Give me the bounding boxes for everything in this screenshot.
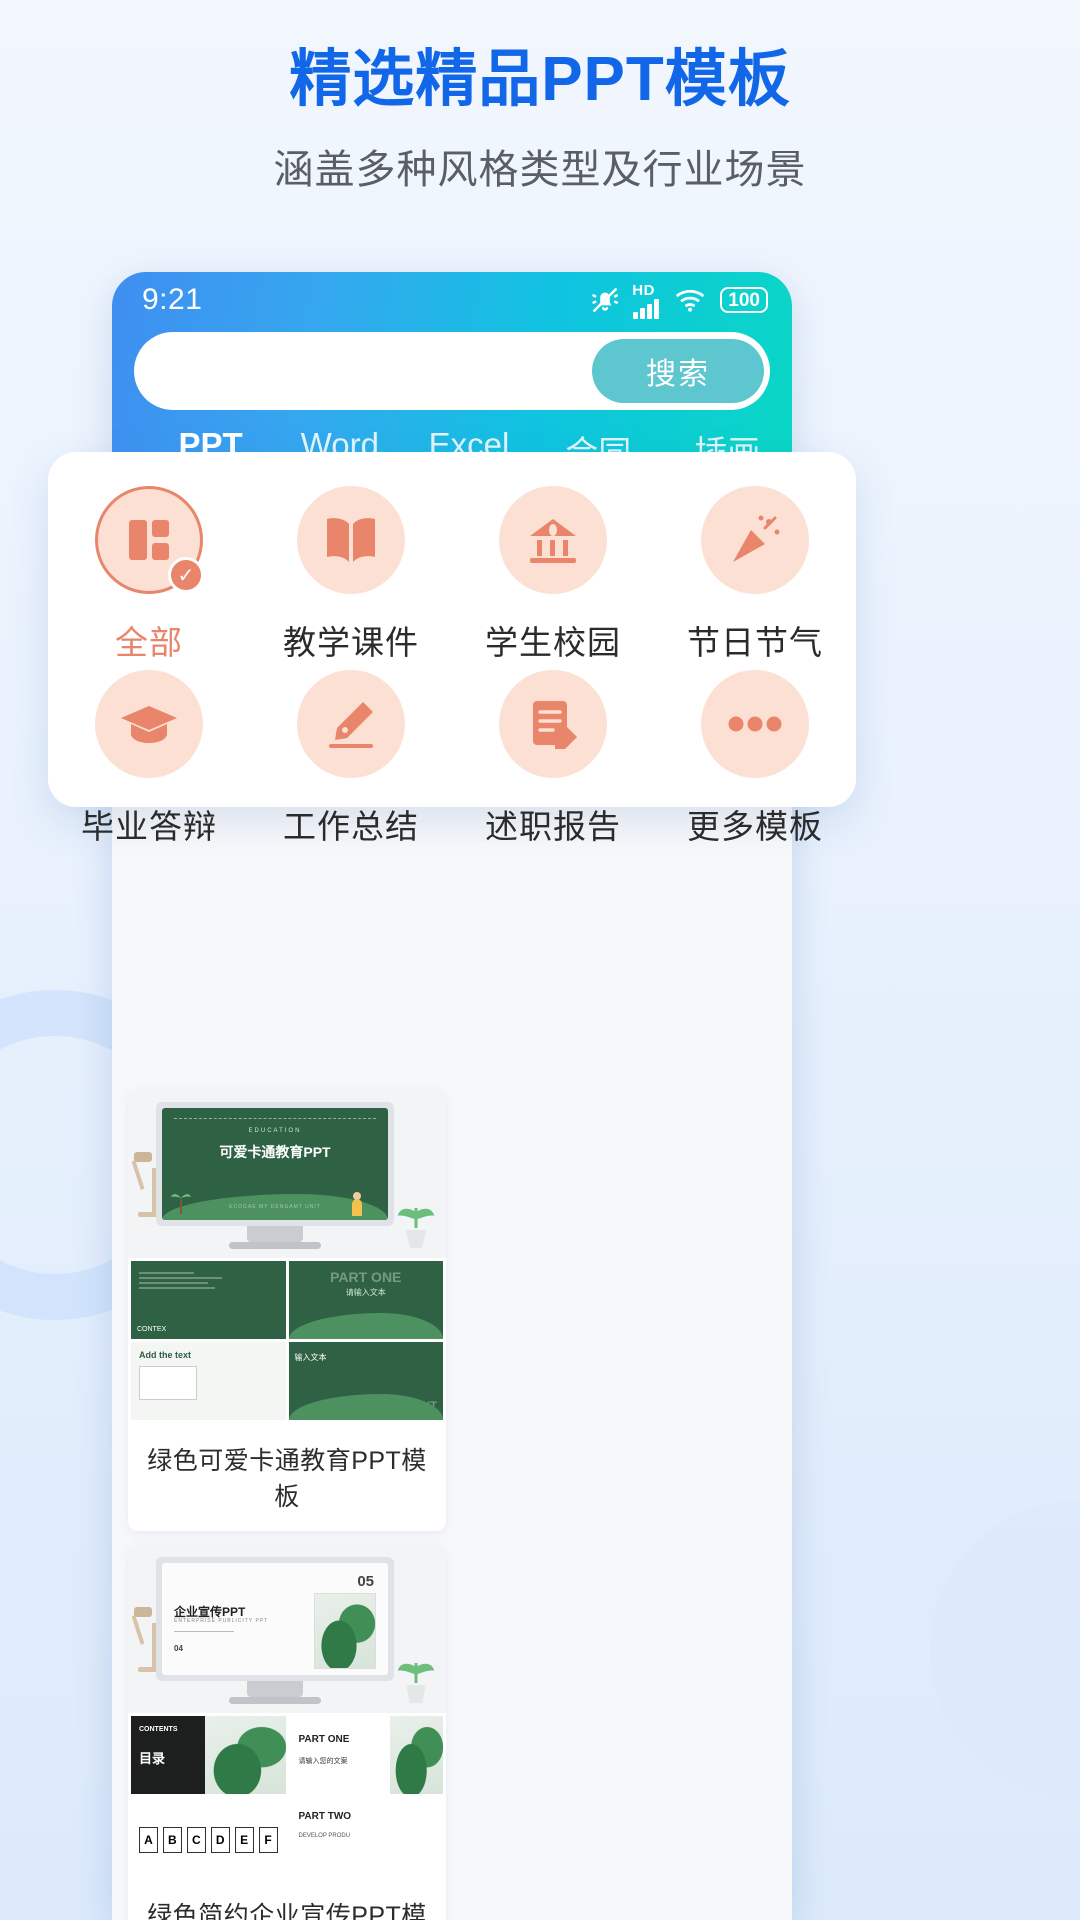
template-title: 绿色简约企业宣传PPT模板	[147, 1902, 427, 1920]
slide-thumb: CONTEX	[131, 1261, 286, 1339]
category-label: 教学课件	[283, 624, 419, 661]
report-doc-glyph	[533, 701, 577, 749]
status-icons: HD 100	[589, 282, 768, 319]
monitor-mockup: EDUCATION 可爱卡通教育PPT ECOGAE MY DENGAMT UN…	[156, 1102, 394, 1249]
template-grid: EDUCATION 可爱卡通教育PPT ECOGAE MY DENGAMT UN…	[128, 1090, 776, 1920]
wifi-icon	[675, 287, 709, 313]
party-popper-glyph	[733, 515, 780, 562]
more-dots-icon	[701, 670, 809, 778]
slide-sub: CONTENTS	[139, 1726, 178, 1733]
template-card[interactable]: 05 企业宣传PPT ENTERPRISE PUBLICITY PPT 04 C…	[128, 1545, 446, 1920]
grid-layout-icon: ✓	[95, 486, 204, 594]
category-item-campus[interactable]: 学生校园	[452, 486, 654, 664]
slide-thumb: ABC DEF	[131, 1797, 286, 1875]
hero-side: 04	[174, 1644, 183, 1653]
slide-label: 目录	[139, 1751, 166, 1766]
hero-number: 05	[357, 1573, 374, 1590]
report-doc-icon	[499, 670, 607, 778]
template-preview: 05 企业宣传PPT ENTERPRISE PUBLICITY PPT 04	[128, 1545, 446, 1713]
slide-sub: PART ONE	[330, 1269, 402, 1285]
slide-thumbnails: CONTENTS 目录 PART ONE 请输入您的文案 A B C D E F…	[128, 1713, 446, 1878]
slide-thumb: PART TWO DEVELOP PRODU	[288, 1797, 443, 1875]
category-label: 学生校园	[485, 624, 621, 661]
template-grid-area: EDUCATION 可爱卡通教育PPT ECOGAE MY DENGAMT UN…	[112, 1082, 792, 1920]
graduation-cap-icon	[95, 670, 203, 778]
category-item-all[interactable]: ✓ 全部	[48, 486, 250, 664]
slide-cover: 05 企业宣传PPT ENTERPRISE PUBLICITY PPT 04	[162, 1563, 388, 1675]
monitor-screen: EDUCATION 可爱卡通教育PPT ECOGAE MY DENGAMT UN…	[156, 1102, 394, 1226]
search-row: 搜索	[112, 328, 792, 410]
battery-level: 100	[728, 289, 760, 311]
more-dots-glyph	[728, 716, 782, 732]
slide-label: CONTEX	[137, 1326, 167, 1333]
category-item-worksummary[interactable]: 工作总结	[250, 670, 452, 848]
status-time: 9:21	[142, 283, 203, 316]
school-building-glyph	[530, 519, 576, 563]
category-label: 节日节气	[687, 624, 823, 661]
search-box[interactable]: 搜索	[134, 332, 770, 410]
slide-thumb: 输入文本 SHORT TEXT	[288, 1342, 443, 1420]
monitor-mockup: 05 企业宣传PPT ENTERPRISE PUBLICITY PPT 04	[156, 1557, 394, 1704]
school-building-icon	[499, 486, 607, 594]
hero-footer: ECOGAE MY DENGAMT UNIT	[229, 1204, 321, 1210]
slide-thumb: CONTENTS 目录	[131, 1716, 286, 1794]
template-title: 绿色可爱卡通教育PPT模板	[147, 1447, 427, 1511]
category-item-more[interactable]: 更多模板	[654, 670, 856, 848]
character-icon	[352, 1192, 362, 1216]
slide-thumb: Add the text	[131, 1342, 286, 1420]
pen-write-icon	[297, 670, 405, 778]
category-label: 工作总结	[283, 808, 419, 845]
pen-write-glyph	[329, 702, 373, 748]
category-label: 述职报告	[485, 808, 621, 845]
app-header: 9:21 HD 100 搜索 PPT Word Excel	[112, 272, 792, 482]
search-input[interactable]	[160, 355, 592, 387]
party-popper-icon	[701, 486, 809, 594]
slide-label: 请输入文本	[345, 1288, 386, 1297]
slide-sub: DEVELOP PRODU	[298, 1833, 351, 1839]
monitor-screen: 05 企业宣传PPT ENTERPRISE PUBLICITY PPT 04	[156, 1557, 394, 1681]
hd-signal-icon: HD	[632, 282, 664, 319]
open-book-icon	[297, 486, 405, 594]
plant-decor-icon	[397, 1663, 435, 1703]
page-title: 精选精品PPT模板	[289, 45, 791, 114]
status-bar: 9:21 HD 100	[112, 272, 792, 328]
slide-sub: 请输入您的文案	[298, 1758, 348, 1765]
promo-header: 精选精品PPT模板 涵盖多种风格类型及行业场景	[0, 0, 1080, 195]
template-card[interactable]: EDUCATION 可爱卡通教育PPT ECOGAE MY DENGAMT UN…	[128, 1090, 446, 1531]
open-book-glyph	[327, 518, 375, 562]
category-label: 毕业答辩	[81, 808, 217, 845]
category-item-festival[interactable]: 节日节气	[654, 486, 856, 664]
hd-label: HD	[632, 281, 655, 299]
slide-thumb: 请输入文本 PART ONE	[288, 1261, 443, 1339]
hero-title: 可爱卡通教育PPT	[219, 1144, 331, 1160]
slide-label: PART TWO	[298, 1811, 352, 1822]
slide-thumb: PART ONE 请输入您的文案	[288, 1716, 443, 1794]
battery-icon: 100	[720, 287, 768, 313]
category-label: 更多模板	[687, 808, 823, 845]
category-item-report[interactable]: 述职报告	[452, 670, 654, 848]
category-item-courseware[interactable]: 教学课件	[250, 486, 452, 664]
category-panel: ✓ 全部 教学课件 学生校园 节日节气 毕业答辩 工作总结 述职报告 更多模板	[48, 452, 856, 845]
plant-decor-icon	[397, 1208, 435, 1248]
template-preview: EDUCATION 可爱卡通教育PPT ECOGAE MY DENGAMT UN…	[128, 1090, 446, 1258]
graduation-cap-glyph	[121, 706, 177, 743]
slide-thumbnails: CONTEX 请输入文本 PART ONE Add the text 输入文本	[128, 1258, 446, 1423]
category-label: 全部	[115, 624, 183, 661]
page-subtitle: 涵盖多种风格类型及行业场景	[273, 148, 807, 193]
slide-label: PART ONE	[298, 1734, 350, 1745]
slide-label: Add the text	[139, 1350, 192, 1360]
bell-mute-icon	[589, 284, 621, 316]
slide-label: 输入文本	[294, 1353, 327, 1362]
hero-tag: EDUCATION	[248, 1128, 302, 1134]
hero-tag: ENTERPRISE PUBLICITY PPT	[174, 1618, 269, 1624]
search-button[interactable]: 搜索	[592, 339, 764, 403]
selected-check-icon: ✓	[168, 557, 204, 593]
category-item-graduation[interactable]: 毕业答辩	[48, 670, 250, 848]
grid-layout-glyph	[129, 520, 169, 560]
slide-cover: EDUCATION 可爱卡通教育PPT ECOGAE MY DENGAMT UN…	[162, 1108, 388, 1220]
